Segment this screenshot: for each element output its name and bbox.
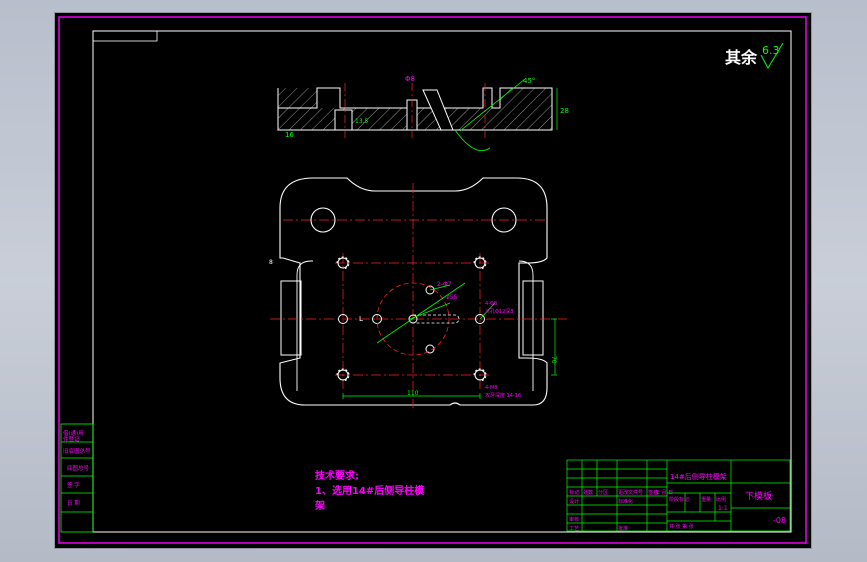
- tb-reviewer: 审核: [569, 516, 579, 523]
- side-r1: 借(通)用: [63, 429, 84, 437]
- side-r5: 签 字: [67, 481, 80, 489]
- tb-count: 处数: [583, 489, 593, 496]
- tb-assembly: 14#后侧导柱模架: [670, 472, 727, 481]
- side-r3: 旧底图总号: [63, 447, 91, 455]
- front-section-view: Φ8 45° 28 16 13.5: [277, 75, 569, 152]
- dim-bottom-note2: 攻牙深度 14-16: [485, 392, 521, 399]
- tb-part-name: 下模板: [745, 490, 772, 502]
- dim-bore: Φ55: [445, 294, 458, 301]
- title-block-text: 标记 处数 分区 更改文件号 签名 年 月 日 设计 标准化 审核 工艺 批准 …: [569, 489, 726, 532]
- dim-front-height: 28: [560, 107, 569, 115]
- side-r4: 底图总号: [67, 464, 90, 472]
- tb-mark: 标记: [569, 489, 579, 496]
- side-slot-left: [280, 280, 302, 356]
- tb-designer: 设计: [569, 498, 579, 505]
- tech-title: 技术要求:: [315, 469, 359, 482]
- tech-line1: 1、选用14#后侧导柱模: [315, 484, 425, 497]
- tech-line2: 架: [314, 499, 325, 512]
- dim-front-left: 16: [285, 131, 294, 139]
- counterbore-left: [334, 109, 353, 131]
- tb-process: 工艺: [569, 526, 579, 532]
- dim-side-note: 4-Φ8: [485, 301, 497, 307]
- dim-angle: 45°: [523, 77, 535, 85]
- center-label: L: [359, 315, 363, 323]
- tb-zone: 分区: [598, 489, 608, 496]
- frame-tab: [92, 30, 158, 42]
- tb-ratio: 比例: [716, 496, 726, 503]
- inner-step: [296, 260, 534, 391]
- tb-weight: 重量: [701, 496, 711, 503]
- tb-date: 年 月 日: [655, 489, 673, 496]
- dim-hole-note: 2-Φ7: [437, 281, 452, 288]
- roughness-value: 6.3: [762, 44, 780, 57]
- tb-drawing-no: -08: [773, 516, 786, 525]
- dim-plan-height: 70: [550, 356, 557, 364]
- tb-approve: 批准: [618, 525, 628, 532]
- side-r6: 日 期: [67, 500, 80, 507]
- plate-outline: [279, 177, 548, 406]
- dim-plan-width: 110: [407, 390, 419, 397]
- dim-hole-depth: 13.5: [355, 118, 369, 125]
- plan-view: 2-Φ7 Φ55 4-Φ8 沉孔Φ12深8 L 8 110 70 4-M8 攻牙…: [269, 177, 567, 408]
- dim-side-note2: 沉孔Φ12深8: [485, 308, 513, 315]
- dim-front-top: Φ8: [405, 75, 415, 83]
- side-box-labels: 借(通)用 件登记 旧底图总号 底图总号 签 字 日 期: [63, 429, 91, 507]
- tb-change: 更改文件号: [618, 489, 643, 496]
- small-mark: 8: [269, 259, 273, 266]
- tech-requirements: 技术要求: 1、选用14#后侧导柱模 架: [314, 469, 425, 512]
- tb-scale: 1:1: [718, 505, 728, 512]
- drawing-canvas: 其余 6.3 Φ8 45° 28 16 13.5 2-Φ7 Φ55 4-Φ8 沉…: [58, 16, 807, 544]
- dim-bottom-note: 4-M8: [485, 385, 497, 391]
- tb-stage: 阶段标记: [669, 496, 689, 503]
- cad-viewport[interactable]: 其余 6.3 Φ8 45° 28 16 13.5 2-Φ7 Φ55 4-Φ8 沉…: [55, 13, 811, 548]
- roughness-prefix: 其余: [725, 48, 758, 67]
- roughness-note: 其余 6.3: [725, 42, 784, 70]
- side-r2: 件登记: [63, 435, 80, 443]
- tb-sheets: 共 张 第 张: [669, 523, 694, 530]
- tb-standard: 标准化: [618, 498, 633, 505]
